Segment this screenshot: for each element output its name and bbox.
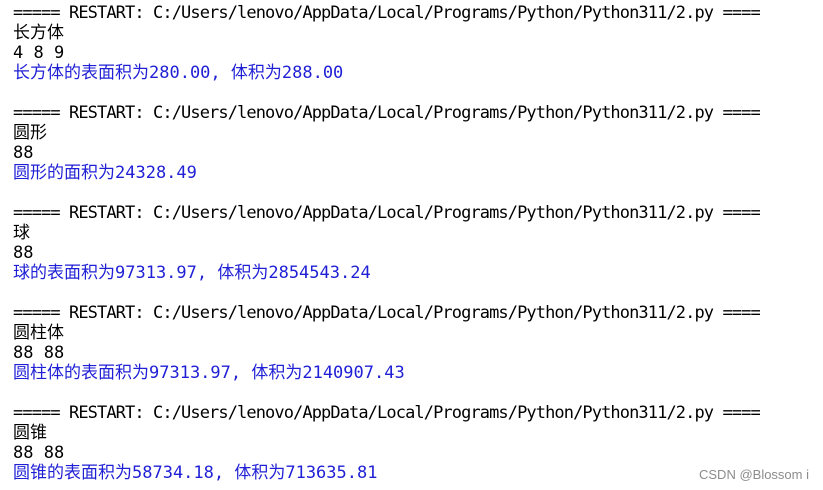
result-output: 圆柱体的表面积为97313.97, 体积为2140907.43	[13, 363, 405, 383]
dimension-input: 88 88	[13, 443, 65, 463]
dimension-input: 88 88	[13, 343, 65, 363]
shape-input: 长方体	[13, 23, 64, 43]
restart-banner: ===== RESTART: C:/Users/lenovo/AppData/L…	[13, 403, 761, 423]
dimension-input: 88	[13, 143, 34, 163]
restart-banner: ===== RESTART: C:/Users/lenovo/AppData/L…	[13, 3, 761, 23]
dimension-input: 4 8 9	[13, 43, 65, 63]
python-shell-output[interactable]: ===== RESTART: C:/Users/lenovo/AppData/L…	[0, 0, 823, 490]
csdn-watermark: CSDN @Blossom i	[699, 467, 809, 482]
dimension-input: 88	[13, 243, 34, 263]
shape-input: 球	[13, 223, 30, 243]
restart-banner: ===== RESTART: C:/Users/lenovo/AppData/L…	[13, 203, 761, 223]
restart-banner: ===== RESTART: C:/Users/lenovo/AppData/L…	[13, 103, 761, 123]
shape-input: 圆柱体	[13, 323, 64, 343]
shape-input: 圆形	[13, 123, 47, 143]
shape-input: 圆锥	[13, 423, 47, 443]
result-output: 圆形的面积为24328.49	[13, 163, 197, 183]
result-output: 圆锥的表面积为58734.18, 体积为713635.81	[13, 463, 378, 483]
result-output: 长方体的表面积为280.00, 体积为288.00	[13, 63, 344, 83]
restart-banner: ===== RESTART: C:/Users/lenovo/AppData/L…	[13, 303, 761, 323]
result-output: 球的表面积为97313.97, 体积为2854543.24	[13, 263, 371, 283]
